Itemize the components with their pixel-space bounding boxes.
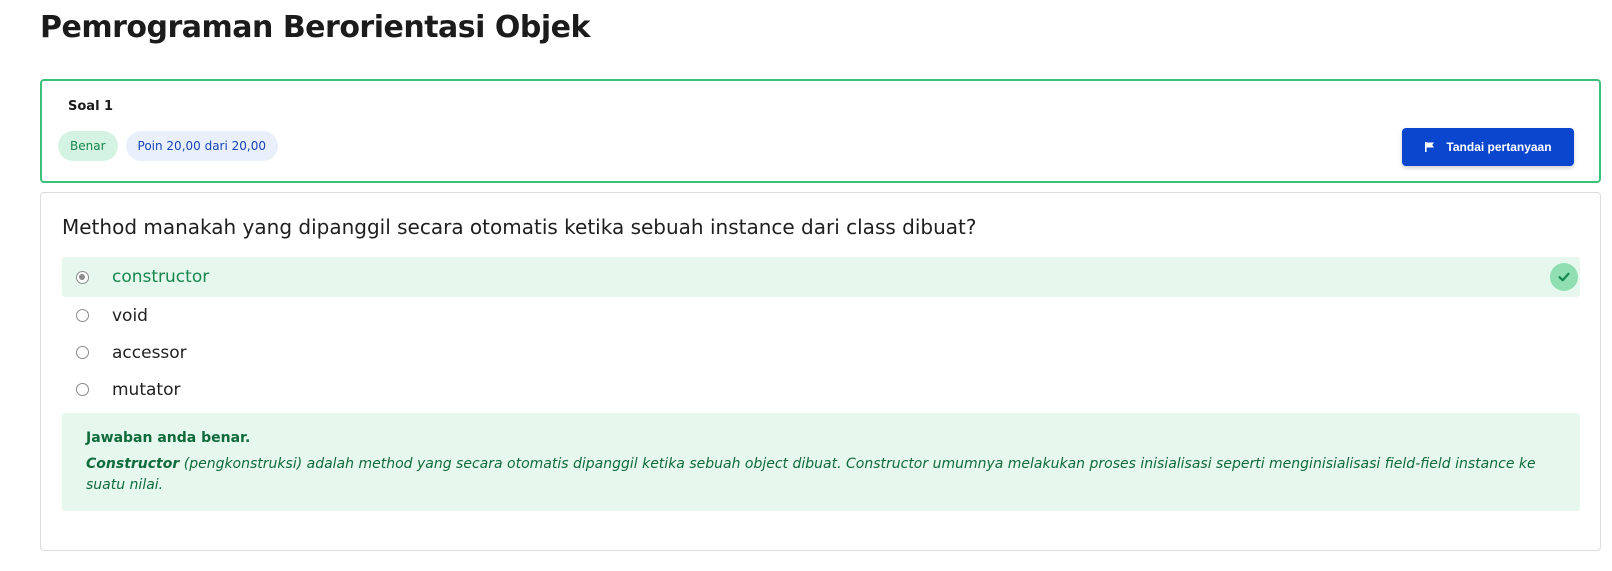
radio-button[interactable] — [76, 270, 89, 284]
answer-option-label: mutator — [112, 379, 181, 400]
question-number: Soal 1 — [68, 99, 114, 114]
answer-option-label: accessor — [112, 342, 187, 363]
answer-option[interactable]: mutator — [62, 371, 1580, 408]
question-text: Method manakah yang dipanggil secara oto… — [62, 215, 977, 239]
flag-question-label: Tandai pertanyaan — [1446, 140, 1552, 154]
status-badge: Benar — [58, 131, 118, 161]
radio-button[interactable] — [76, 383, 89, 396]
feedback-term: Constructor — [86, 456, 180, 472]
quiz-review-page: Pemrograman Berorientasi Objek Soal 1 Be… — [0, 0, 1612, 571]
answer-option-label: void — [112, 305, 148, 326]
page-title: Pemrograman Berorientasi Objek — [40, 10, 590, 45]
check-icon — [1550, 263, 1578, 291]
flag-question-button[interactable]: Tandai pertanyaan — [1402, 128, 1574, 166]
points-badge: Poin 20,00 dari 20,00 — [125, 131, 278, 161]
feedback-title: Jawaban anda benar. — [86, 430, 251, 446]
feedback-box: Jawaban anda benar. Constructor (pengkon… — [62, 413, 1580, 511]
answer-option[interactable]: void — [62, 297, 1580, 334]
feedback-text: Constructor (pengkonstruksi) adalah meth… — [86, 454, 1556, 496]
feedback-body: (pengkonstruksi) adalah method yang seca… — [86, 456, 1536, 493]
radio-button[interactable] — [76, 346, 89, 359]
radio-button[interactable] — [76, 309, 89, 322]
answer-option[interactable]: accessor — [62, 334, 1580, 371]
flag-icon — [1424, 141, 1436, 153]
answer-option[interactable]: constructor — [62, 257, 1580, 297]
answer-options: constructor void accessor mutator — [62, 257, 1580, 408]
answer-option-label: constructor — [112, 267, 210, 287]
question-info-card: Soal 1 Benar Poin 20,00 dari 20,00 Tanda… — [40, 79, 1601, 183]
question-badges: Benar Poin 20,00 dari 20,00 — [58, 131, 278, 161]
question-card: Method manakah yang dipanggil secara oto… — [40, 192, 1601, 551]
